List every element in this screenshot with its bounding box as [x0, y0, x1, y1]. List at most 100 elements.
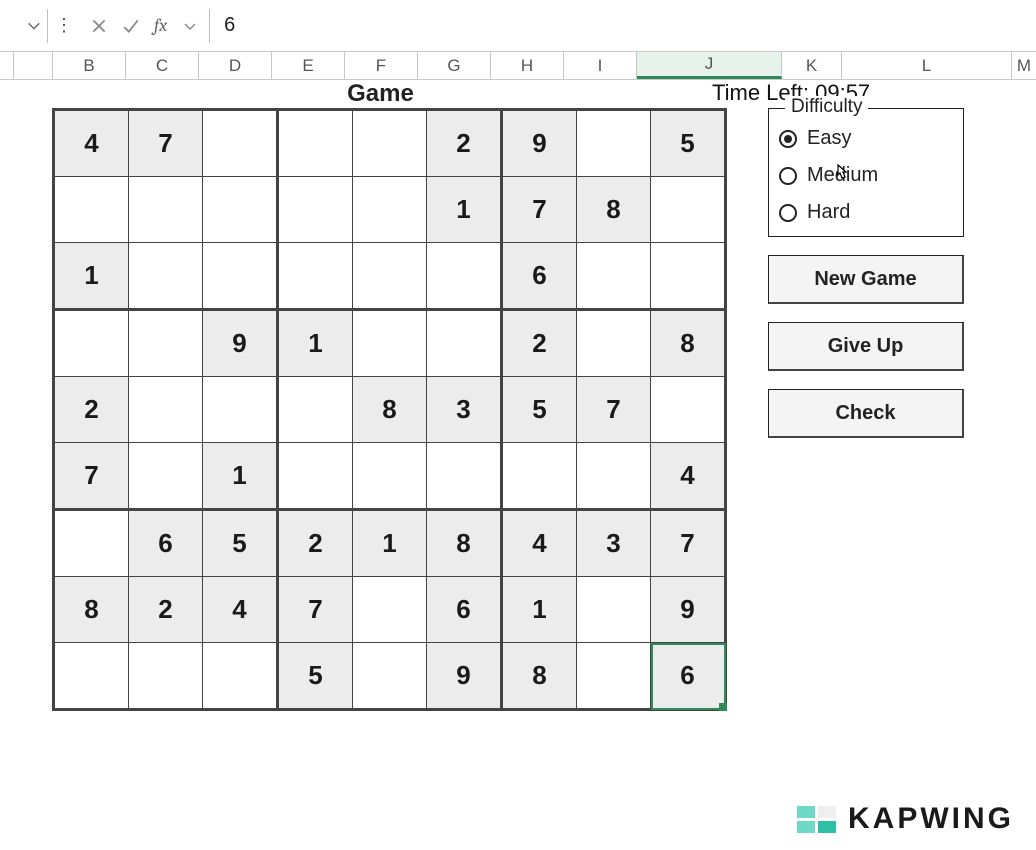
cell[interactable]	[427, 310, 502, 377]
vertical-dots-icon[interactable]: ⋮	[48, 15, 80, 36]
cell[interactable]	[278, 177, 353, 243]
cell[interactable]: 1	[278, 310, 353, 377]
cell[interactable]	[203, 110, 278, 177]
cell[interactable]: 7	[54, 443, 129, 510]
difficulty-option-easy[interactable]: Easy	[779, 127, 953, 150]
cell[interactable]	[577, 443, 651, 510]
cell[interactable]	[54, 177, 129, 243]
cell[interactable]: 2	[54, 377, 129, 443]
cell[interactable]	[203, 177, 278, 243]
cell[interactable]	[54, 510, 129, 577]
cell[interactable]	[651, 243, 726, 310]
cell[interactable]	[129, 310, 203, 377]
column-header-e[interactable]: E	[272, 52, 345, 79]
cell[interactable]	[278, 110, 353, 177]
cell[interactable]: 4	[651, 443, 726, 510]
cell[interactable]	[54, 643, 129, 710]
cell[interactable]: 7	[502, 177, 577, 243]
cell[interactable]: 6	[502, 243, 577, 310]
cell[interactable]	[203, 643, 278, 710]
cell[interactable]: 4	[502, 510, 577, 577]
cell[interactable]: 9	[651, 577, 726, 643]
cell[interactable]: 8	[651, 310, 726, 377]
cell[interactable]: 7	[129, 110, 203, 177]
cell[interactable]	[353, 110, 427, 177]
difficulty-option-hard[interactable]: Hard	[779, 201, 953, 224]
cell[interactable]: 5	[651, 110, 726, 177]
cell[interactable]	[129, 443, 203, 510]
cell[interactable]: 2	[278, 510, 353, 577]
check-button[interactable]: Check	[768, 389, 964, 438]
column-header-g[interactable]: G	[418, 52, 491, 79]
cell[interactable]: 3	[427, 377, 502, 443]
cell[interactable]: 6	[129, 510, 203, 577]
column-header-c[interactable]: C	[126, 52, 199, 79]
cell[interactable]: 2	[502, 310, 577, 377]
cell[interactable]	[427, 443, 502, 510]
cell[interactable]	[651, 377, 726, 443]
column-header-m[interactable]: M	[1012, 52, 1036, 79]
cell[interactable]	[577, 243, 651, 310]
cell[interactable]: 8	[427, 510, 502, 577]
cell[interactable]: 7	[577, 377, 651, 443]
fx-label[interactable]: fx	[150, 13, 171, 39]
column-header-h[interactable]: H	[491, 52, 564, 79]
new-game-button[interactable]: New Game	[768, 255, 964, 304]
column-header-j[interactable]: J	[637, 52, 782, 79]
cell[interactable]	[129, 377, 203, 443]
cell[interactable]	[203, 377, 278, 443]
cell[interactable]	[278, 443, 353, 510]
cell[interactable]: 2	[427, 110, 502, 177]
fx-dropdown-icon[interactable]	[177, 13, 203, 39]
cell[interactable]: 1	[353, 510, 427, 577]
cell[interactable]	[129, 243, 203, 310]
cell[interactable]: 9	[203, 310, 278, 377]
column-header-k[interactable]: K	[782, 52, 842, 79]
cell[interactable]	[577, 643, 651, 710]
cell[interactable]	[129, 177, 203, 243]
cell[interactable]: 1	[54, 243, 129, 310]
cell[interactable]: 6	[427, 577, 502, 643]
cell[interactable]: 8	[54, 577, 129, 643]
cell[interactable]: 8	[353, 377, 427, 443]
cell[interactable]	[353, 310, 427, 377]
cell[interactable]: 3	[577, 510, 651, 577]
cell[interactable]	[353, 577, 427, 643]
column-header-i[interactable]: I	[564, 52, 637, 79]
cell[interactable]	[353, 643, 427, 710]
cell[interactable]	[353, 243, 427, 310]
cell[interactable]: 1	[427, 177, 502, 243]
cell[interactable]	[502, 443, 577, 510]
column-header-b[interactable]: B	[53, 52, 126, 79]
cell[interactable]	[278, 243, 353, 310]
cell[interactable]	[577, 577, 651, 643]
cell[interactable]: 8	[577, 177, 651, 243]
cell[interactable]: 9	[502, 110, 577, 177]
cell[interactable]: 7	[651, 510, 726, 577]
cell[interactable]: 6	[651, 643, 726, 710]
cell[interactable]	[353, 443, 427, 510]
cell[interactable]: 5	[502, 377, 577, 443]
column-header-f[interactable]: F	[345, 52, 418, 79]
name-box-dropdown[interactable]	[6, 9, 48, 43]
cell[interactable]	[129, 643, 203, 710]
give-up-button[interactable]: Give Up	[768, 322, 964, 371]
confirm-icon[interactable]	[118, 13, 144, 39]
cell[interactable]	[353, 177, 427, 243]
cell[interactable]: 2	[129, 577, 203, 643]
column-header-l[interactable]: L	[842, 52, 1012, 79]
difficulty-option-medium[interactable]: Medium	[779, 164, 953, 187]
cell[interactable]: 5	[278, 643, 353, 710]
cell[interactable]: 1	[502, 577, 577, 643]
cell[interactable]: 8	[502, 643, 577, 710]
formula-input[interactable]: 6	[210, 9, 1030, 43]
cell[interactable]	[651, 177, 726, 243]
cell[interactable]: 4	[54, 110, 129, 177]
column-header-d[interactable]: D	[199, 52, 272, 79]
cell[interactable]	[577, 310, 651, 377]
cell[interactable]	[54, 310, 129, 377]
cell[interactable]: 7	[278, 577, 353, 643]
cancel-icon[interactable]	[86, 13, 112, 39]
cell[interactable]: 4	[203, 577, 278, 643]
cell[interactable]	[203, 243, 278, 310]
